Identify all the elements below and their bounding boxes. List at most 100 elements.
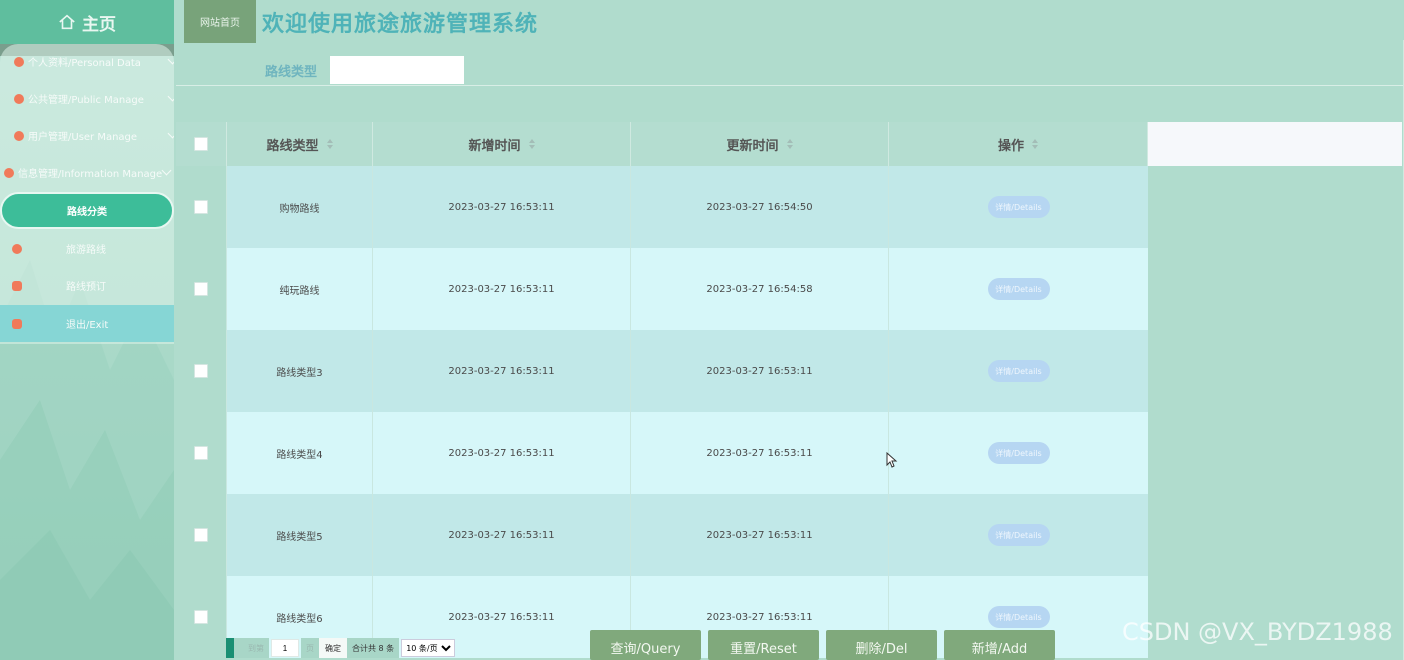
query-button[interactable]: 查询/Query bbox=[590, 630, 701, 660]
sort-icon[interactable] bbox=[786, 139, 793, 149]
details-button[interactable]: 详情/Details bbox=[987, 524, 1050, 546]
cell-actions: 详情/Details bbox=[889, 330, 1148, 412]
row-checkbox[interactable] bbox=[194, 446, 208, 460]
booking-icon bbox=[12, 280, 22, 291]
cell-actions: 详情/Details bbox=[889, 166, 1148, 248]
select-all-cell bbox=[176, 122, 227, 166]
cell-created-time: 2023-03-27 16:53:11 bbox=[373, 166, 631, 248]
public-icon bbox=[14, 93, 24, 104]
details-button[interactable]: 详情/Details bbox=[987, 196, 1050, 218]
cell-updated-time: 2023-03-27 16:53:11 bbox=[631, 330, 889, 412]
header-label: 更新时间 bbox=[726, 138, 779, 154]
header-actions[interactable]: 操作 bbox=[889, 122, 1148, 166]
page-title: 欢迎使用旅途旅游管理系统 bbox=[262, 12, 539, 37]
sidebar-item-user-manage[interactable]: 用户管理/User Manage bbox=[0, 117, 174, 154]
route-type-search-input[interactable] bbox=[330, 56, 464, 84]
sidebar-item-label: 公共管理/Public Manage bbox=[28, 95, 144, 106]
pagination: 到第 页 确定 合计共 8 条 10 条/页 bbox=[226, 638, 456, 658]
cell-route-type: 路线类型4 bbox=[227, 412, 373, 494]
pager-confirm-button[interactable]: 确定 bbox=[319, 638, 347, 658]
table-row: 路线类型4 2023-03-27 16:53:11 2023-03-27 16:… bbox=[176, 412, 1148, 494]
row-checkbox[interactable] bbox=[194, 528, 208, 542]
pager-accent bbox=[226, 638, 234, 658]
details-button[interactable]: 详情/Details bbox=[987, 360, 1050, 382]
sidebar-home-label: 主页 bbox=[82, 14, 116, 35]
cell-route-type: 路线类型3 bbox=[227, 330, 373, 412]
compass-icon bbox=[12, 243, 22, 254]
sidebar-item-public-manage[interactable]: 公共管理/Public Manage bbox=[0, 80, 174, 117]
reset-button[interactable]: 重置/Reset bbox=[708, 630, 819, 660]
sidebar-item-route-booking[interactable]: 路线预订 bbox=[0, 267, 174, 304]
row-select-cell bbox=[176, 412, 227, 494]
chevron-down-icon bbox=[167, 128, 174, 139]
details-button[interactable]: 详情/Details bbox=[987, 606, 1050, 628]
search-label: 路线类型 bbox=[265, 65, 318, 80]
sidebar-item-information-manage[interactable]: 信息管理/Information Manage bbox=[0, 154, 174, 191]
sidebar-item-label: 路线分类 bbox=[67, 207, 107, 218]
cell-updated-time: 2023-03-27 16:54:58 bbox=[631, 248, 889, 330]
cell-updated-time: 2023-03-27 16:53:11 bbox=[631, 412, 889, 494]
mouse-cursor-icon bbox=[886, 452, 898, 468]
table-row: 纯玩路线 2023-03-27 16:53:11 2023-03-27 16:5… bbox=[176, 248, 1148, 330]
add-button[interactable]: 新增/Add bbox=[944, 630, 1055, 660]
sidebar-home[interactable]: 主页 bbox=[0, 0, 174, 44]
sidebar-item-label: 个人资料/Personal Data bbox=[28, 58, 141, 69]
header-label: 路线类型 bbox=[266, 138, 319, 154]
cell-actions: 详情/Details bbox=[889, 494, 1148, 576]
tab-site-home[interactable]: 网站首页 bbox=[184, 0, 256, 43]
table-header-filler bbox=[1148, 122, 1402, 166]
sidebar-item-personal-data[interactable]: 个人资料/Personal Data bbox=[0, 43, 174, 80]
page-size-select[interactable]: 10 条/页 bbox=[401, 639, 456, 657]
home-icon bbox=[59, 14, 75, 30]
row-select-cell bbox=[176, 166, 227, 248]
divider bbox=[176, 85, 1404, 86]
row-checkbox[interactable] bbox=[194, 364, 208, 378]
sidebar-item-exit[interactable]: 退出/Exit bbox=[0, 305, 174, 342]
pager-page-unit: 页 bbox=[301, 638, 319, 658]
table-row: 购物路线 2023-03-27 16:53:11 2023-03-27 16:5… bbox=[176, 166, 1148, 248]
row-select-cell bbox=[176, 576, 227, 658]
chevron-down-icon bbox=[161, 165, 172, 176]
cell-actions: 详情/Details bbox=[889, 248, 1148, 330]
sidebar-item-travel-routes[interactable]: 旅游路线 bbox=[0, 230, 174, 267]
header-updated-time[interactable]: 更新时间 bbox=[631, 122, 889, 166]
pager-total: 合计共 8 条 bbox=[347, 638, 400, 658]
row-checkbox[interactable] bbox=[194, 200, 208, 214]
table-row: 路线类型3 2023-03-27 16:53:11 2023-03-27 16:… bbox=[176, 330, 1148, 412]
person-icon bbox=[14, 56, 24, 67]
details-button[interactable]: 详情/Details bbox=[987, 278, 1050, 300]
cell-updated-time: 2023-03-27 16:54:50 bbox=[631, 166, 889, 248]
sidebar-item-route-category[interactable]: 路线分类 bbox=[0, 192, 174, 229]
sort-icon[interactable] bbox=[528, 139, 535, 149]
delete-button[interactable]: 删除/Del bbox=[826, 630, 937, 660]
header-label: 新增时间 bbox=[468, 138, 521, 154]
cell-created-time: 2023-03-27 16:53:11 bbox=[373, 494, 631, 576]
cell-route-type: 路线类型5 bbox=[227, 494, 373, 576]
page-number-input[interactable] bbox=[271, 639, 299, 657]
select-all-checkbox[interactable] bbox=[194, 137, 208, 151]
header-created-time[interactable]: 新增时间 bbox=[373, 122, 631, 166]
header-route-type[interactable]: 路线类型 bbox=[227, 122, 373, 166]
table-row: 路线类型5 2023-03-27 16:53:11 2023-03-27 16:… bbox=[176, 494, 1148, 576]
sort-icon[interactable] bbox=[326, 139, 333, 149]
chevron-down-icon bbox=[167, 54, 174, 65]
sidebar-item-label: 退出/Exit bbox=[66, 320, 109, 331]
exit-icon bbox=[12, 318, 22, 329]
sidebar-item-label: 路线预订 bbox=[66, 282, 106, 293]
row-select-cell bbox=[176, 494, 227, 576]
user-icon bbox=[14, 130, 24, 141]
row-select-cell bbox=[176, 248, 227, 330]
sidebar-item-label: 信息管理/Information Manage bbox=[18, 169, 163, 180]
details-button[interactable]: 详情/Details bbox=[987, 442, 1050, 464]
cell-actions: 详情/Details bbox=[889, 412, 1148, 494]
sidebar-item-label: 旅游路线 bbox=[66, 245, 106, 256]
header-label: 操作 bbox=[997, 138, 1024, 154]
cell-route-type: 购物路线 bbox=[227, 166, 373, 248]
row-checkbox[interactable] bbox=[194, 610, 208, 624]
cell-created-time: 2023-03-27 16:53:11 bbox=[373, 248, 631, 330]
chevron-down-icon bbox=[167, 91, 174, 102]
row-checkbox[interactable] bbox=[194, 282, 208, 296]
pager-goto-label: 到第 bbox=[234, 638, 269, 658]
watermark: CSDN @VX_BYDZ1988 bbox=[1122, 618, 1393, 646]
sort-icon[interactable] bbox=[1032, 139, 1038, 149]
